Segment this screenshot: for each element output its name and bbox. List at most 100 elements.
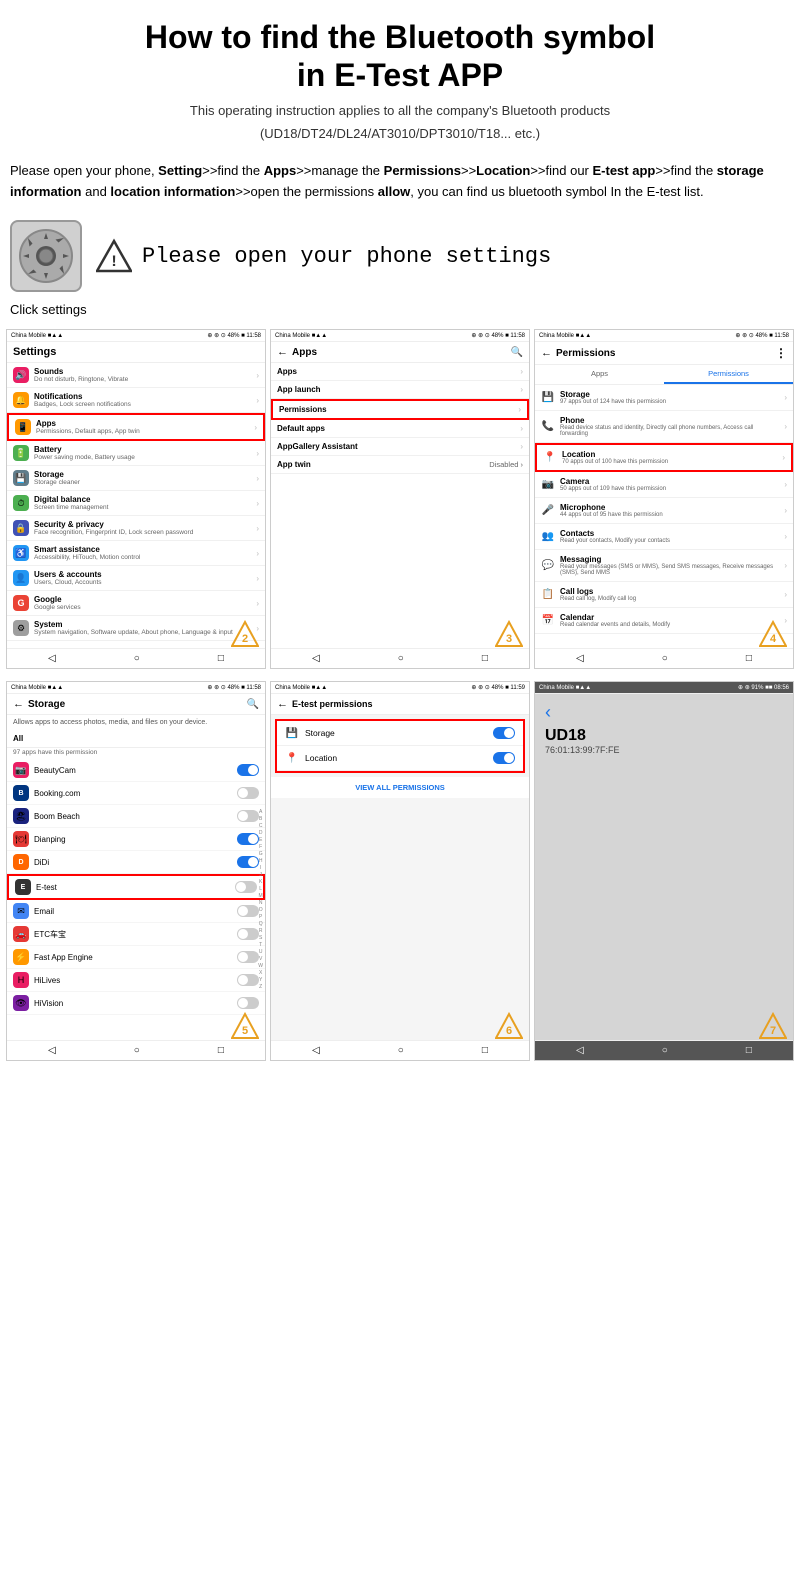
recent-nav-3[interactable]: □ xyxy=(746,653,752,664)
back-nav-4[interactable]: ◁ xyxy=(48,1045,56,1056)
back-nav-icon-2[interactable]: ◁ xyxy=(312,653,320,664)
perm-location-icon: 📍 xyxy=(543,451,557,465)
app-fastapp[interactable]: ⚡ Fast App Engine xyxy=(7,946,265,969)
apps-item-twin[interactable]: App twin Disabled › xyxy=(271,456,529,474)
nav-bar-4: ◁ ○ □ xyxy=(7,1040,265,1060)
bt-back-arrow[interactable]: ‹ xyxy=(545,702,783,723)
beautycam-toggle[interactable] xyxy=(237,764,259,776)
etest-location-toggle[interactable] xyxy=(493,752,515,764)
app-dianping[interactable]: 🍽 Dianping xyxy=(7,828,265,851)
etest-permissions-box: 💾 Storage 📍 Location xyxy=(275,719,525,773)
apps-item-apps[interactable]: Apps › xyxy=(271,363,529,381)
home-nav-icon-2[interactable]: ○ xyxy=(398,653,404,664)
search-icon-2[interactable]: 🔍 xyxy=(511,347,523,358)
more-icon-3[interactable]: ⋮ xyxy=(775,346,787,360)
apps-item-gallery[interactable]: AppGallery Assistant › xyxy=(271,438,529,456)
perm-messaging[interactable]: 💬 Messaging Read your messages (SMS or M… xyxy=(535,550,793,582)
back-nav-5[interactable]: ◁ xyxy=(312,1045,320,1056)
home-nav-4[interactable]: ○ xyxy=(134,1045,140,1056)
home-nav-3[interactable]: ○ xyxy=(662,653,668,664)
status-bar-1: China Mobile ■▲▲ ⊕ ⊛ ⊙ 48% ■ 11:58 xyxy=(7,330,265,342)
dianping-toggle[interactable] xyxy=(237,833,259,845)
app-etc[interactable]: 🚗 ETC车宝 xyxy=(7,923,265,946)
tab-apps[interactable]: Apps xyxy=(535,365,664,384)
fastapp-toggle[interactable] xyxy=(237,951,259,963)
back-nav-6[interactable]: ◁ xyxy=(576,1045,584,1056)
apps-list: Apps › App launch › Permissions › xyxy=(271,363,529,648)
didi-toggle[interactable] xyxy=(237,856,259,868)
back-arrow-5[interactable]: ← xyxy=(277,698,288,710)
svg-text:5: 5 xyxy=(242,1025,248,1037)
settings-notifications[interactable]: 🔔 Notifications Badges, Lock screen noti… xyxy=(7,388,265,413)
settings-digital-balance[interactable]: ⏱ Digital balance Screen time management… xyxy=(7,491,265,516)
back-nav-3[interactable]: ◁ xyxy=(576,653,584,664)
settings-smart-assist[interactable]: ♿ Smart assistance Accessibility, HiTouc… xyxy=(7,541,265,566)
settings-google[interactable]: G Google Google services › xyxy=(7,591,265,616)
boombeach-toggle[interactable] xyxy=(237,810,259,822)
apps-item-default[interactable]: Default apps › xyxy=(271,420,529,438)
apps-icon: 📱 xyxy=(15,419,31,435)
email-toggle[interactable] xyxy=(237,905,259,917)
settings-security[interactable]: 🔒 Security & privacy Face recognition, F… xyxy=(7,516,265,541)
apps-item-permissions[interactable]: Permissions › xyxy=(271,399,529,420)
hilives-toggle[interactable] xyxy=(237,974,259,986)
app-email[interactable]: ✉ Email xyxy=(7,900,265,923)
app-hivision[interactable]: 👁 HiVision xyxy=(7,992,265,1015)
perm-phone[interactable]: 📞 Phone Read device status and identity,… xyxy=(535,411,793,443)
recent-nav-6[interactable]: □ xyxy=(746,1045,752,1056)
home-nav-icon[interactable]: ○ xyxy=(134,653,140,664)
booking-toggle[interactable] xyxy=(237,787,259,799)
settings-battery[interactable]: 🔋 Battery Power saving mode, Battery usa… xyxy=(7,441,265,466)
search-icon-4[interactable]: 🔍 xyxy=(247,699,259,710)
app-didi[interactable]: D DiDi xyxy=(7,851,265,874)
app-hilives[interactable]: H HiLives xyxy=(7,969,265,992)
settings-sounds[interactable]: 🔊 Sounds Do not disturb, Ringtone, Vibra… xyxy=(7,363,265,388)
etest-location-perm[interactable]: 📍 Location xyxy=(277,746,523,771)
etest-storage-perm[interactable]: 💾 Storage xyxy=(277,721,523,746)
perm-calllogs[interactable]: 📋 Call logs Read call log, Modify call l… xyxy=(535,582,793,608)
tab-permissions[interactable]: Permissions xyxy=(664,365,793,384)
settings-apps[interactable]: 📱 Apps Permissions, Default apps, App tw… xyxy=(7,413,265,441)
screen2-header: ← Apps 🔍 xyxy=(271,342,529,363)
etest-storage-toggle[interactable] xyxy=(493,727,515,739)
app-booking[interactable]: B Booking.com xyxy=(7,782,265,805)
perm-phone-icon: 📞 xyxy=(541,420,555,434)
main-title: How to find the Bluetooth symbol in E-Te… xyxy=(20,18,780,95)
back-arrow-3[interactable]: ← xyxy=(541,347,552,359)
apps-item-launch[interactable]: App launch › xyxy=(271,381,529,399)
settings-system[interactable]: ⚙ System System navigation, Software upd… xyxy=(7,616,265,641)
home-nav-5[interactable]: ○ xyxy=(398,1045,404,1056)
recent-nav-icon-2[interactable]: □ xyxy=(482,653,488,664)
etest-toggle[interactable] xyxy=(235,881,257,893)
perm-location[interactable]: 📍 Location 70 apps out of 100 have this … xyxy=(535,443,793,472)
back-arrow-4[interactable]: ← xyxy=(13,698,24,710)
users-icon: 👤 xyxy=(13,570,29,586)
settings-storage[interactable]: 💾 Storage Storage cleaner › xyxy=(7,466,265,491)
app-beautycam[interactable]: 📷 BeautyCam xyxy=(7,759,265,782)
back-arrow-2[interactable]: ← xyxy=(277,346,288,358)
app-boombeach[interactable]: 🏖 Boom Beach xyxy=(7,805,265,828)
settings-users[interactable]: 👤 Users & accounts Users, Cloud, Account… xyxy=(7,566,265,591)
perm-storage[interactable]: 💾 Storage 97 apps out of 124 have this p… xyxy=(535,385,793,411)
all-sub: 97 apps have this permission xyxy=(7,748,265,759)
view-all-permissions[interactable]: VIEW ALL PERMISSIONS xyxy=(271,777,529,798)
perm-calendar[interactable]: 📅 Calendar Read calendar events and deta… xyxy=(535,608,793,634)
hivision-toggle[interactable] xyxy=(237,997,259,1009)
etc-toggle[interactable] xyxy=(237,928,259,940)
perm-camera-icon: 📷 xyxy=(541,478,555,492)
back-nav-icon[interactable]: ◁ xyxy=(48,653,56,664)
screenshot-3: China Mobile ■▲▲ ⊕ ⊛ ⊙ 48% ■ 11:58 ← Per… xyxy=(534,329,794,669)
device-addr: 76:01:13:99:7F:FE xyxy=(545,745,783,755)
etc-icon: 🚗 xyxy=(13,926,29,942)
perm-contacts[interactable]: 👥 Contacts Read your contacts, Modify yo… xyxy=(535,524,793,550)
step-badge-7: 7 xyxy=(759,1012,787,1042)
perm-storage-icon: 💾 xyxy=(541,391,555,405)
app-etest[interactable]: E E-test xyxy=(7,874,265,900)
recent-nav-5[interactable]: □ xyxy=(482,1045,488,1056)
perm-camera[interactable]: 📷 Camera 50 apps out of 109 have this pe… xyxy=(535,472,793,498)
storage-desc: Allows apps to access photos, media, and… xyxy=(7,715,265,730)
perm-microphone[interactable]: 🎤 Microphone 44 apps out of 95 have this… xyxy=(535,498,793,524)
home-nav-6[interactable]: ○ xyxy=(662,1045,668,1056)
recent-nav-icon[interactable]: □ xyxy=(218,653,224,664)
recent-nav-4[interactable]: □ xyxy=(218,1045,224,1056)
